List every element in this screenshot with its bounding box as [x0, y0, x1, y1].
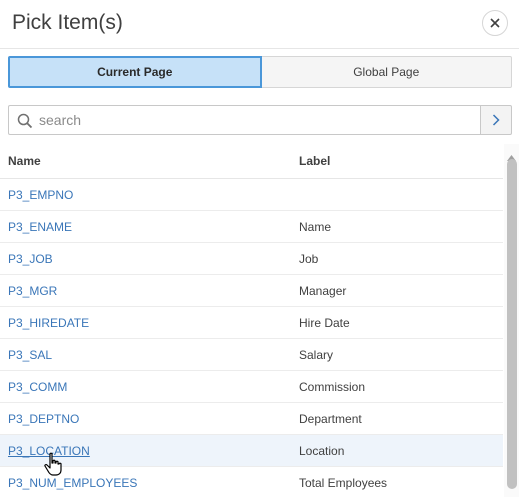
item-name-link[interactable]: P3_SAL [8, 348, 52, 362]
table-row[interactable]: P3_COMM Commission [0, 371, 503, 403]
tab-current-page[interactable]: Current Page [8, 56, 262, 88]
table-row[interactable]: P3_HIREDATE Hire Date [0, 307, 503, 339]
table-body: P3_EMPNO P3_ENAME Name P3_JOB Job P3_MGR… [0, 179, 503, 497]
search-icon [17, 113, 33, 129]
vertical-scrollbar[interactable] [504, 144, 519, 497]
item-label: Job [299, 252, 319, 266]
items-table: Name Label P3_EMPNO P3_ENAME Name P3_JOB… [0, 144, 519, 497]
item-label: Location [299, 444, 345, 458]
scroll-up-arrow-icon[interactable] [507, 148, 516, 161]
pick-items-dialog: Pick Item(s) Current Page Global Page Na… [0, 0, 519, 497]
item-name-link[interactable]: P3_NUM_EMPLOYEES [8, 476, 137, 490]
item-label: Manager [299, 284, 347, 298]
table-row[interactable]: P3_MGR Manager [0, 275, 503, 307]
column-header-name[interactable]: Name [8, 154, 41, 168]
item-label: Commission [299, 380, 366, 394]
item-name-link[interactable]: P3_MGR [8, 284, 57, 298]
dialog-title: Pick Item(s) [12, 11, 123, 34]
item-label: Hire Date [299, 316, 350, 330]
search-input[interactable] [39, 106, 469, 134]
item-label: Salary [299, 348, 334, 362]
tab-global-page[interactable]: Global Page [261, 56, 512, 88]
table-row[interactable]: P3_ENAME Name [0, 211, 503, 243]
item-label: Total Employees [299, 476, 388, 490]
table-row[interactable]: P3_EMPNO [0, 179, 503, 211]
table-row[interactable]: P3_NUM_EMPLOYEES Total Employees [0, 467, 503, 497]
item-name-link[interactable]: P3_LOCATION [8, 444, 90, 458]
item-name-link[interactable]: P3_JOB [8, 252, 53, 266]
item-name-link[interactable]: P3_COMM [8, 380, 67, 394]
table-header: Name Label [0, 144, 503, 179]
table-row-hovered[interactable]: P3_LOCATION Location [0, 435, 503, 467]
close-icon [490, 18, 500, 28]
item-name-link[interactable]: P3_ENAME [8, 220, 72, 234]
scrollbar-thumb[interactable] [507, 159, 517, 489]
page-tabs: Current Page Global Page [8, 56, 512, 88]
item-name-link[interactable]: P3_DEPTNO [8, 412, 79, 426]
item-label: Department [299, 412, 362, 426]
column-header-label[interactable]: Label [299, 154, 330, 168]
item-label: Name [299, 220, 332, 234]
table-row[interactable]: P3_DEPTNO Department [0, 403, 503, 435]
search-go-button[interactable] [480, 105, 512, 135]
search-bar [8, 105, 512, 135]
table-row[interactable]: P3_SAL Salary [0, 339, 503, 371]
dialog-header: Pick Item(s) [0, 0, 519, 49]
chevron-right-icon [492, 114, 500, 126]
item-name-link[interactable]: P3_HIREDATE [8, 316, 89, 330]
close-button[interactable] [482, 10, 508, 36]
search-box [8, 105, 480, 135]
table-row[interactable]: P3_JOB Job [0, 243, 503, 275]
item-name-link[interactable]: P3_EMPNO [8, 188, 73, 202]
